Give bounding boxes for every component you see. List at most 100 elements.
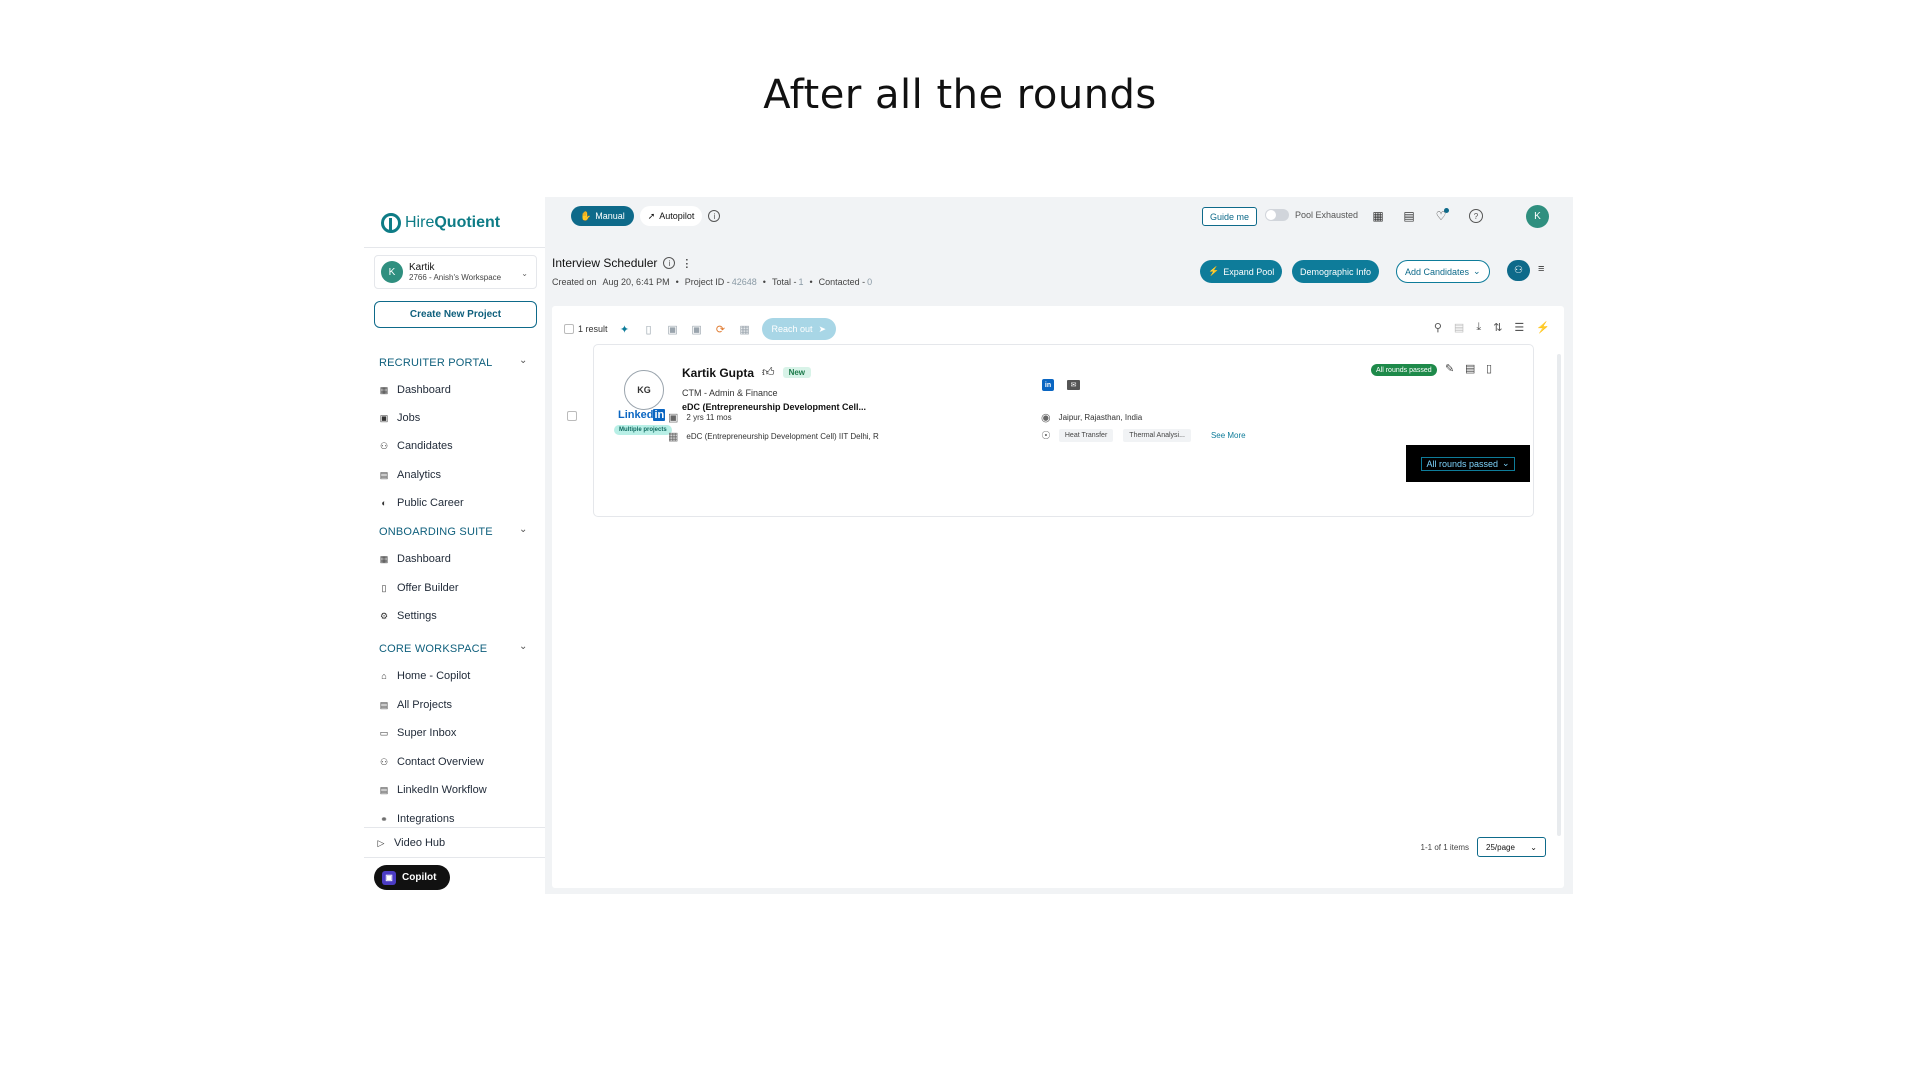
workspace-switcher[interactable]: K Kartik 2766 - Anish's Workspace ⌄ [374,255,537,289]
chevron-down-icon[interactable]: ⌄ [519,641,527,652]
manual-mode-button[interactable]: ✋ Manual [571,206,634,226]
help-icon[interactable]: ? [1468,208,1484,224]
education-row: ▦ eDC (Entrepreneurship Development Cell)… [668,430,879,443]
sidebar-item-contact-overview[interactable]: ⚇ Contact Overview [379,756,484,768]
reach-out-button[interactable]: Reach out ➤ [761,318,837,340]
sidebar-item-jobs[interactable]: ▣ Jobs [379,412,421,424]
project-id-label: Project ID - [684,277,730,287]
row-checkbox[interactable] [567,411,577,421]
sidebar-item-label: LinkedIn Workflow [397,784,487,796]
location-pin-icon: ◉ [1041,412,1051,424]
calendar-clock-icon[interactable]: ▤ [1401,208,1417,224]
info-icon[interactable]: i [663,257,676,269]
sidebar-item-video-hub[interactable]: ▷ Video Hub [376,837,446,849]
multiple-projects-badge: Multiple projects [614,425,672,435]
more-options-icon[interactable]: ⋮ [681,257,692,270]
mail-icon[interactable]: ✉ [1067,380,1080,390]
section-onboarding-suite[interactable]: ONBOARDING SUITE [379,526,493,538]
add-candidates-button[interactable]: Add Candidates ⌄ [1396,260,1490,283]
status-dropdown[interactable]: All rounds passed ⌄ [1421,456,1515,471]
sidebar-item-analytics[interactable]: ▤ Analytics [379,469,441,481]
gear-icon: ⚙ [379,610,389,621]
trash-icon[interactable]: ▤ [1454,321,1464,334]
see-more-link[interactable]: See More [1211,431,1246,440]
download-icon[interactable]: ⤓ [1476,321,1481,334]
search-icon[interactable]: ⚲ [1434,321,1442,334]
demographic-info-button[interactable]: Demographic Info [1292,260,1380,283]
add-candidates-label: Add Candidates [1405,266,1470,277]
linkedin-icon[interactable]: in [1042,379,1054,391]
sidebar-item-offer-builder[interactable]: ▯ Offer Builder [379,582,459,594]
sidebar-item-dashboard[interactable]: ▦ Dashboard [379,384,451,396]
document-icon[interactable]: ▯ [1486,362,1492,375]
logo-suffix: Quotient [434,214,501,231]
download-box-icon[interactable]: ▣ [666,322,680,336]
chevron-down-icon: ⌄ [521,269,528,278]
edit-pencil-icon[interactable]: ✎ [1445,362,1454,375]
calendar-icon[interactable]: ▦ [738,322,752,336]
inbox-icon: ▭ [379,727,389,738]
logo[interactable]: HireQuotient [381,213,500,233]
copilot-button[interactable]: ▣ Copilot [374,865,450,890]
building-icon: ▦ [668,431,679,443]
lock-icon[interactable]: ▣ [690,322,704,336]
thumbs-up-icon[interactable]: 👍︎ [762,365,775,380]
sidebar-item-onboarding-dashboard[interactable]: ▦ Dashboard [379,553,451,565]
sidebar-item-label: Integrations [397,813,455,825]
pool-exhausted-label: Pool Exhausted [1295,210,1359,220]
sparkle-icon[interactable]: ✦ [618,322,632,336]
calendar-icon[interactable]: ▦ [1370,208,1386,224]
filter-sliders-icon[interactable]: ☰ [1514,321,1524,334]
pool-exhausted-toggle[interactable]: Pool Exhausted [1265,209,1358,221]
workspace-detail: 2766 - Anish's Workspace [409,273,502,282]
chevron-down-icon[interactable]: ⌄ [519,524,527,535]
sidebar-item-all-projects[interactable]: ▤ All Projects [379,699,452,711]
question-mark: ? [1469,209,1483,223]
folder-move-icon[interactable]: ▤ [1465,362,1475,375]
main-area: ✋ Manual ➚ Autopilot i Guide me Pool Exhau… [545,197,1573,894]
created-value: Aug 20, 6:41 PM [602,277,670,287]
create-new-project-button[interactable]: Create New Project [374,301,537,328]
sidebar-item-linkedin-workflow[interactable]: ▤ LinkedIn Workflow [379,784,487,796]
globe-icon: ◐ [381,498,387,508]
list-edit-icon[interactable]: ≡ [1538,263,1544,275]
bolt-icon: ⚡ [1208,266,1220,276]
select-all-checkbox[interactable] [564,324,574,334]
guide-me-button[interactable]: Guide me [1202,207,1258,226]
autopilot-mode-button[interactable]: ➚ Autopilot [639,206,703,226]
candidate-card[interactable]: KG Linkedin Multiple projects Kartik Gup… [593,344,1534,517]
sidebar-item-super-inbox[interactable]: ▭ Super Inbox [379,727,457,739]
sidebar-item-public-career[interactable]: ◐ Public Career [379,497,464,509]
toggle-switch[interactable] [1265,209,1289,221]
scrollbar[interactable] [1557,354,1561,836]
experience-value: 2 yrs 11 mos [686,413,732,422]
sort-icon[interactable]: ⇅ [1493,321,1502,334]
user-avatar[interactable]: K [1526,205,1549,228]
sidebar-item-integrations[interactable]: ⚭ Integrations [379,813,454,825]
section-core-workspace[interactable]: CORE WORKSPACE [379,643,487,655]
chevron-down-icon[interactable]: ⌄ [519,355,527,366]
page-size-select[interactable]: 25/page ⌄ [1477,837,1546,857]
sync-icon[interactable]: ⟳ [714,322,728,336]
sidebar-item-home-copilot[interactable]: ⌂ Home - Copilot [379,670,470,682]
expand-pool-label: Expand Pool [1223,266,1275,277]
briefcase-icon: ▣ [379,412,389,423]
team-icon[interactable]: ⚇ [1507,260,1530,281]
section-recruiter-portal[interactable]: RECRUITER PORTAL [379,357,492,369]
notification-dot [1444,208,1449,213]
candidate-name[interactable]: Kartik Gupta [682,366,754,380]
linkedin-logo: Linkedin [618,409,666,421]
manual-label: Manual [595,211,625,221]
mode-toggle[interactable]: ✋ Manual ➚ Autopilot i [571,206,721,226]
info-icon[interactable]: i [708,210,721,222]
expand-pool-button[interactable]: ⚡ Expand Pool [1200,260,1283,283]
sidebar-item-settings[interactable]: ⚙ Settings [379,610,437,622]
sidebar-item-label: Public Career [397,497,464,509]
document-icon[interactable]: ▯ [642,322,656,336]
bell-icon[interactable]: ♡ [1433,208,1449,224]
workflow-icon: ▤ [379,784,389,795]
new-badge: New [782,367,812,378]
bolt-icon[interactable]: ⚡ [1536,321,1550,334]
sidebar-item-candidates[interactable]: ⚇ Candidates [379,440,453,452]
logo-prefix: Hire [405,214,435,231]
